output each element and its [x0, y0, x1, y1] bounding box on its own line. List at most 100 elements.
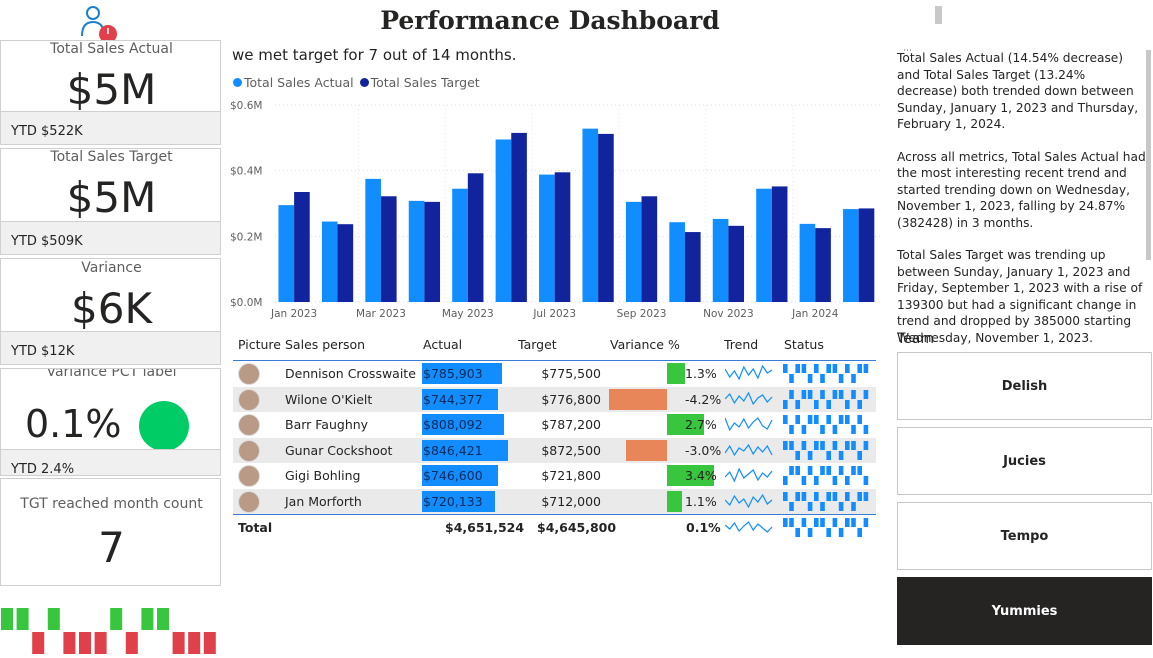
bar-target[interactable] [771, 186, 788, 302]
bar-target[interactable] [815, 228, 831, 302]
table-row[interactable]: Dennison Crosswaite $785,903 $775,500 1.3% [233, 361, 876, 386]
trend-line [725, 364, 773, 381]
status-up-bar [807, 466, 813, 475]
kpi-card-variance-pct[interactable]: Variance PCT label 0.1% [0, 368, 221, 450]
legend-label: Total Sales Target [370, 75, 480, 90]
status-up-bar [826, 415, 831, 424]
status-winloss [783, 440, 869, 460]
status-up-bar [789, 389, 794, 399]
bar-actual[interactable] [756, 188, 772, 302]
team-option-yummies[interactable]: Yummies [897, 577, 1152, 645]
table-row[interactable]: Barr Faughny $808,092 $787,200 2.7% [233, 412, 876, 437]
status-down-bar [826, 528, 831, 537]
header-picture[interactable]: Picture [238, 337, 281, 352]
legend-label: Total Sales Actual [244, 75, 354, 90]
page-handle[interactable] [935, 6, 942, 24]
table-row[interactable]: Gunar Cockshoot $846,421 $872,500 -3.0% [233, 437, 876, 463]
bar-target[interactable] [467, 173, 484, 302]
header-variance-pct[interactable]: Variance % [610, 337, 680, 352]
header-trend[interactable]: Trend [724, 337, 758, 352]
bar-actual[interactable] [712, 218, 729, 302]
bar-target[interactable] [337, 224, 354, 302]
kpi-card-target-reached[interactable]: TGT reached month count 7 [0, 478, 221, 586]
status-winloss [783, 491, 869, 511]
bar-actual[interactable] [582, 128, 599, 302]
sales-bar-chart[interactable]: $0.0M $0.2M $0.4M $0.6M Jan 2023 Mar 2023 May … [228, 95, 888, 325]
x-tick-label: Mar 2023 [356, 308, 406, 320]
target-value: $721,800 [541, 468, 601, 483]
kpi-ytd-sales-actual: YTD $522K [0, 111, 221, 145]
win-bar [1, 608, 13, 630]
bar-target[interactable] [424, 201, 441, 302]
team-option-delish[interactable]: Delish [897, 352, 1152, 420]
status-up-bar [851, 440, 856, 450]
bar-actual[interactable] [321, 221, 338, 302]
status-up-bar [807, 389, 813, 399]
status-up-bar [826, 491, 831, 501]
kpi-value: $5M [66, 173, 157, 222]
variance-value: 2.7% [685, 417, 717, 432]
bar-actual[interactable] [278, 205, 295, 302]
bar-actual[interactable] [843, 209, 859, 302]
sales-person-name: Gigi Bohling [285, 468, 361, 483]
bar-target[interactable] [728, 225, 745, 302]
kpi-title: Variance PCT label [46, 368, 177, 380]
table-row[interactable]: Gigi Bohling $746,600 $721,800 3.4% [233, 463, 876, 488]
y-tick-label: $0.6M [230, 100, 262, 112]
bar-target[interactable] [598, 133, 614, 302]
kpi-card-variance[interactable]: Variance $6K [0, 258, 221, 333]
bar-actual[interactable] [408, 200, 425, 302]
bar-target[interactable] [858, 208, 875, 302]
variance-value: -3.0% [685, 442, 722, 458]
kpi-card-sales-actual[interactable]: Total Sales Actual $5M [0, 40, 221, 114]
status-winloss [783, 364, 869, 383]
bar-actual[interactable] [539, 174, 555, 302]
bar-actual[interactable] [625, 201, 642, 302]
header-target[interactable]: Target [518, 337, 557, 352]
header-sales-person[interactable]: Sales person [285, 337, 365, 352]
trend-sparkline [725, 493, 773, 508]
bar-target[interactable] [554, 172, 571, 302]
status-up-bar [832, 518, 838, 527]
table-row[interactable]: Wilone O'Kielt $744,377 $776,800 -4.2% [233, 386, 876, 412]
narrative-scrollbar[interactable] [1146, 50, 1151, 260]
bar-target[interactable] [294, 192, 310, 302]
status-up-bar [814, 491, 819, 501]
avatar [238, 414, 260, 436]
status-up-bar [851, 466, 856, 475]
bar-actual[interactable] [365, 178, 381, 302]
bar-target[interactable] [684, 232, 701, 302]
trend-line [725, 521, 773, 533]
bar-actual[interactable] [452, 188, 468, 302]
table-header: Picture Sales person Actual Target Varia… [233, 333, 876, 361]
bar-actual[interactable] [495, 139, 512, 302]
bar-target[interactable] [641, 196, 658, 302]
trend-line [725, 443, 773, 456]
table-row[interactable]: Jan Morforth $720,133 $712,000 1.1% [233, 488, 876, 514]
x-tick-label: May 2023 [442, 308, 494, 320]
status-down-bar [807, 501, 813, 511]
team-option-tempo[interactable]: Tempo [897, 502, 1152, 570]
status-up-bar [832, 491, 838, 501]
bar-target[interactable] [511, 132, 527, 302]
bar-actual[interactable] [799, 223, 816, 302]
avatar [238, 388, 260, 411]
loss-bar [63, 632, 76, 654]
trend-sparkline [725, 467, 773, 483]
header-actual[interactable]: Actual [423, 337, 462, 352]
bar-target[interactable] [380, 196, 397, 302]
legend-item-target[interactable]: Total Sales Target [359, 75, 480, 90]
actual-value: $785,903 [423, 366, 483, 381]
bar-actual[interactable] [669, 222, 685, 302]
team-option-jucies[interactable]: Jucies [897, 427, 1152, 495]
avatar [238, 465, 260, 487]
legend-item-actual[interactable]: Total Sales Actual [233, 75, 354, 90]
status-up-bar [820, 518, 825, 527]
status-up-bar [795, 466, 800, 475]
kpi-ytd-sales-target: YTD $509K [0, 221, 221, 255]
header-status[interactable]: Status [784, 337, 824, 352]
kpi-card-sales-target[interactable]: Total Sales Target $5M [0, 148, 221, 222]
status-up-bar [783, 440, 788, 450]
avatar [238, 363, 260, 385]
status-up-bar [832, 389, 838, 399]
